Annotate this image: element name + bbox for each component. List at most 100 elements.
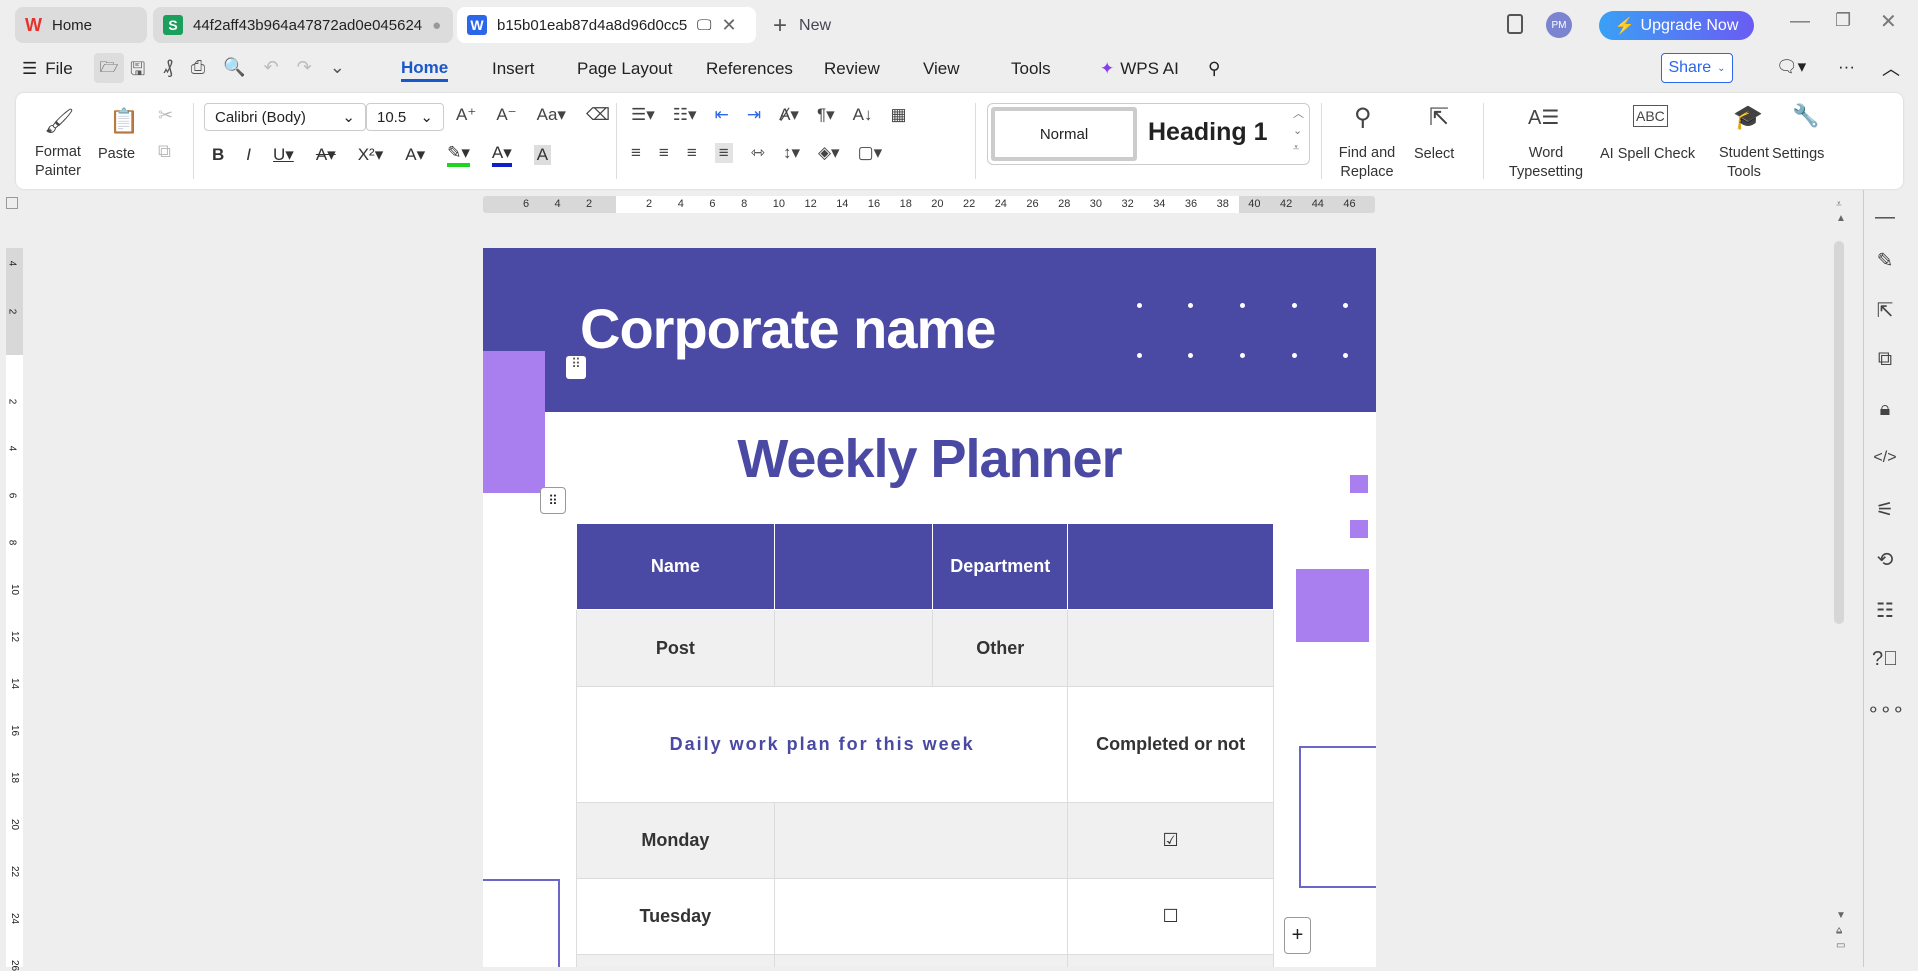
- close-tab-icon[interactable]: ✕: [721, 15, 736, 36]
- shrink-font-icon[interactable]: A⁻: [496, 105, 516, 125]
- text-effect-icon[interactable]: A▾: [405, 145, 425, 165]
- day-plan[interactable]: [773, 878, 1069, 955]
- font-color-icon[interactable]: A▾: [491, 143, 512, 167]
- document-page[interactable]: Corporate name ⠿ Weekly Planner ⠿ + Name…: [483, 248, 1376, 967]
- menu-review[interactable]: Review: [824, 56, 880, 82]
- day-plan[interactable]: [773, 802, 1069, 879]
- print-preview-icon[interactable]: 🔍: [223, 57, 245, 87]
- menu-home[interactable]: Home: [401, 56, 449, 82]
- styles-scroll-icon[interactable]: ︿ ⌄ ⩡: [1293, 106, 1304, 157]
- word-typesetting-button[interactable]: Word Typesetting: [1496, 144, 1596, 182]
- menu-insert[interactable]: Insert: [492, 56, 535, 82]
- menu-references[interactable]: References: [706, 56, 793, 82]
- tab-spreadsheet[interactable]: S 44f2aff43b964a47872ad0e045624 ●: [153, 7, 453, 43]
- underline-icon[interactable]: U▾: [273, 145, 294, 165]
- highlight-icon[interactable]: ✎▾: [447, 143, 470, 167]
- outline-icon[interactable]: ☷: [1867, 598, 1903, 623]
- add-row-button[interactable]: +: [1284, 917, 1311, 954]
- line-spacing-icon[interactable]: ↕▾: [783, 143, 800, 163]
- grow-font-icon[interactable]: A⁺: [456, 105, 476, 125]
- table-move-handle-icon[interactable]: ⠿: [540, 487, 566, 514]
- collapse-ribbon-icon[interactable]: ︿: [1882, 55, 1900, 81]
- drag-handle-icon[interactable]: ⠿: [566, 356, 586, 379]
- sliders-icon[interactable]: ⚟: [1867, 497, 1903, 522]
- other-value[interactable]: [1067, 609, 1274, 687]
- upgrade-button[interactable]: ⚡ Upgrade Now: [1599, 11, 1754, 40]
- table-grid-icon[interactable]: ▦: [890, 105, 906, 125]
- pointer-icon[interactable]: ⇱: [1867, 298, 1903, 323]
- help-icon[interactable]: ?⃝: [1867, 648, 1903, 671]
- save-icon[interactable]: 🖫: [130, 57, 145, 87]
- name-value[interactable]: [773, 523, 934, 610]
- font-family-select[interactable]: Calibri (Body) ⌄: [204, 103, 366, 131]
- ai-spell-check-button[interactable]: AI Spell Check: [1600, 145, 1695, 164]
- align-center-icon[interactable]: ≡: [659, 143, 669, 163]
- department-value[interactable]: [1067, 523, 1274, 610]
- export-icon[interactable]: ₰: [163, 57, 172, 87]
- restore-icon[interactable]: ❐: [1835, 10, 1851, 31]
- select-button[interactable]: Select: [1414, 145, 1454, 164]
- checkbox-checked[interactable]: ☑: [1067, 802, 1274, 879]
- file-menu[interactable]: ☰ File: [22, 56, 73, 82]
- format-painter-button[interactable]: Format Painter: [28, 143, 88, 181]
- tab-home[interactable]: W Home: [15, 7, 147, 43]
- settings-button[interactable]: Settings: [1772, 145, 1824, 164]
- cut-icon[interactable]: ✂: [158, 105, 173, 126]
- avatar[interactable]: PM: [1546, 12, 1572, 38]
- italic-icon[interactable]: I: [246, 145, 251, 165]
- more-tools-icon[interactable]: ∘∘∘: [1867, 697, 1905, 722]
- align-left-icon[interactable]: ≡: [631, 143, 641, 163]
- strikethrough-icon[interactable]: A▾: [316, 145, 336, 165]
- menu-page-layout[interactable]: Page Layout: [577, 56, 672, 82]
- minimize-icon[interactable]: —: [1790, 10, 1810, 33]
- new-tab-button[interactable]: + New: [773, 12, 831, 40]
- change-case-icon[interactable]: Aa▾: [537, 105, 566, 125]
- distribute-icon[interactable]: ⇿: [751, 143, 765, 163]
- char-shading-icon[interactable]: A: [533, 145, 552, 165]
- scrollbar[interactable]: [1834, 241, 1844, 624]
- page-title[interactable]: Weekly Planner: [483, 428, 1376, 490]
- checkbox-unchecked[interactable]: ☐: [1067, 878, 1274, 955]
- more-icon[interactable]: ···: [1838, 57, 1855, 77]
- superscript-icon[interactable]: X²▾: [358, 145, 384, 165]
- paste-button[interactable]: Paste: [98, 145, 135, 164]
- redo-icon[interactable]: ↷: [297, 57, 312, 87]
- font-size-select[interactable]: 10.5 ⌄: [366, 103, 444, 131]
- sort-icon[interactable]: A↓: [853, 105, 873, 125]
- paragraph-mark-icon[interactable]: ¶▾: [817, 105, 835, 125]
- more-chevron-icon[interactable]: ⌄: [330, 57, 345, 87]
- tab-document[interactable]: Wb15b01eab87d4a8d96d0cc5a 🖵 ✕: [457, 7, 756, 43]
- find-replace-button[interactable]: Find and Replace: [1332, 144, 1402, 182]
- style-normal[interactable]: Normal: [991, 107, 1137, 161]
- decrease-indent-icon[interactable]: ⇤: [715, 105, 729, 125]
- undo-icon[interactable]: ↶: [264, 57, 279, 87]
- corporate-name[interactable]: Corporate name: [580, 296, 996, 361]
- code-icon[interactable]: </>: [1867, 449, 1903, 467]
- bullets-icon[interactable]: ☰▾: [631, 105, 655, 125]
- text-direction-icon[interactable]: Ⱥ▾: [779, 105, 799, 125]
- menu-tools[interactable]: Tools: [1011, 56, 1051, 82]
- open-icon[interactable]: 🗁: [94, 53, 124, 83]
- numbering-icon[interactable]: ☷▾: [673, 105, 697, 125]
- print-icon[interactable]: ⎙: [191, 57, 205, 87]
- clear-format-icon[interactable]: ⌫: [586, 105, 610, 125]
- window-mode-icon[interactable]: [1507, 14, 1523, 34]
- post-value[interactable]: [773, 609, 934, 687]
- style-heading-1[interactable]: Heading 1: [1148, 118, 1267, 147]
- align-right-icon[interactable]: ≡: [687, 143, 697, 163]
- close-window-icon[interactable]: ✕: [1880, 9, 1897, 34]
- remove-format-icon[interactable]: ⧉: [1867, 348, 1903, 371]
- menu-view[interactable]: View: [923, 56, 960, 82]
- shading-icon[interactable]: ◈▾: [818, 143, 840, 163]
- justify-icon[interactable]: ≡: [714, 143, 733, 163]
- scroll-top-icon[interactable]: ⩡ ▲: [1836, 198, 1846, 226]
- student-tools-button[interactable]: Student Tools: [1714, 144, 1774, 182]
- comment-icon[interactable]: 🗨▾: [1776, 57, 1806, 77]
- wps-ai-button[interactable]: ✦ WPS AI: [1100, 56, 1179, 82]
- copy-icon[interactable]: ⧉: [158, 141, 171, 162]
- bold-icon[interactable]: B: [212, 145, 224, 165]
- history-icon[interactable]: ⟲: [1867, 547, 1903, 572]
- pen-icon[interactable]: ✎: [1867, 248, 1903, 273]
- borders-icon[interactable]: ▢▾: [858, 143, 883, 163]
- scroll-bottom-icon[interactable]: ▼ ⩠ ▭: [1836, 908, 1846, 953]
